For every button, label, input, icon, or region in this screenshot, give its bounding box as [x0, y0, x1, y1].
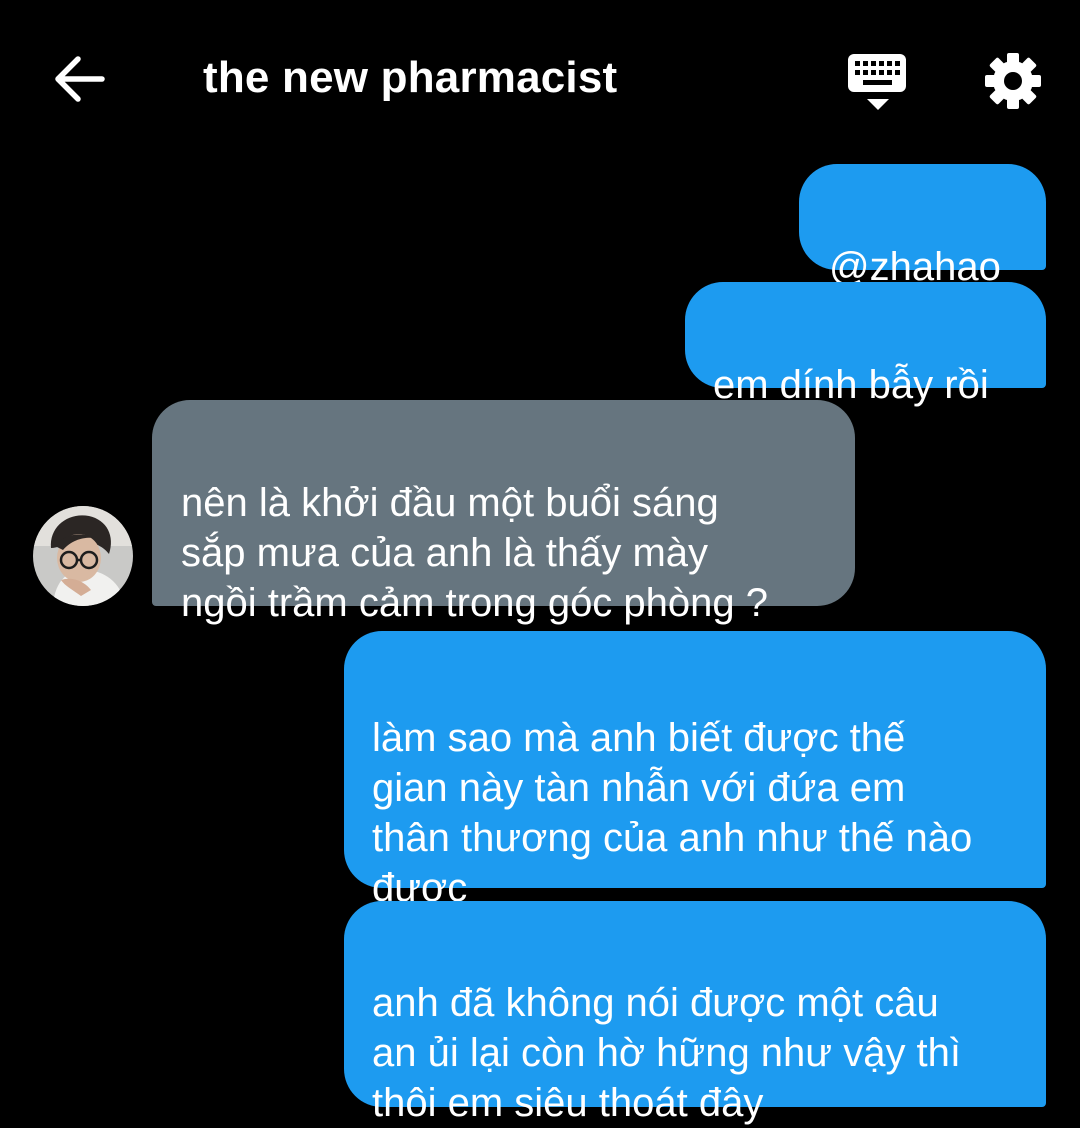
keyboard-toggle-button[interactable] [846, 50, 910, 114]
message-text: anh đã không nói được một câu an ủi lại … [372, 981, 962, 1125]
arrow-left-icon [55, 56, 105, 102]
avatar-image [33, 506, 133, 606]
message-text: làm sao mà anh biết được thế gian này tà… [372, 716, 973, 910]
chat-header: the new pharmacist [0, 0, 1080, 150]
back-button[interactable] [48, 50, 110, 108]
message-bubble-sent[interactable]: @zhahao [799, 164, 1046, 289]
avatar[interactable] [33, 506, 133, 606]
message-bubble-sent[interactable]: làm sao mà anh biết được thế gian này tà… [344, 631, 1046, 910]
gear-icon [985, 53, 1041, 109]
message-bubble-received[interactable]: nên là khởi đầu một buổi sáng sắp mưa củ… [152, 400, 855, 625]
message-bubble-sent[interactable]: anh đã không nói được một câu an ủi lại … [344, 901, 1046, 1125]
message-bubble-sent[interactable]: em dính bẫy rồi [685, 282, 1046, 407]
keyboard-hide-icon [848, 54, 906, 110]
message-text: nên là khởi đầu một buổi sáng sắp mưa củ… [181, 481, 769, 625]
settings-button[interactable] [982, 50, 1044, 112]
conversation-title: the new pharmacist [203, 53, 618, 102]
